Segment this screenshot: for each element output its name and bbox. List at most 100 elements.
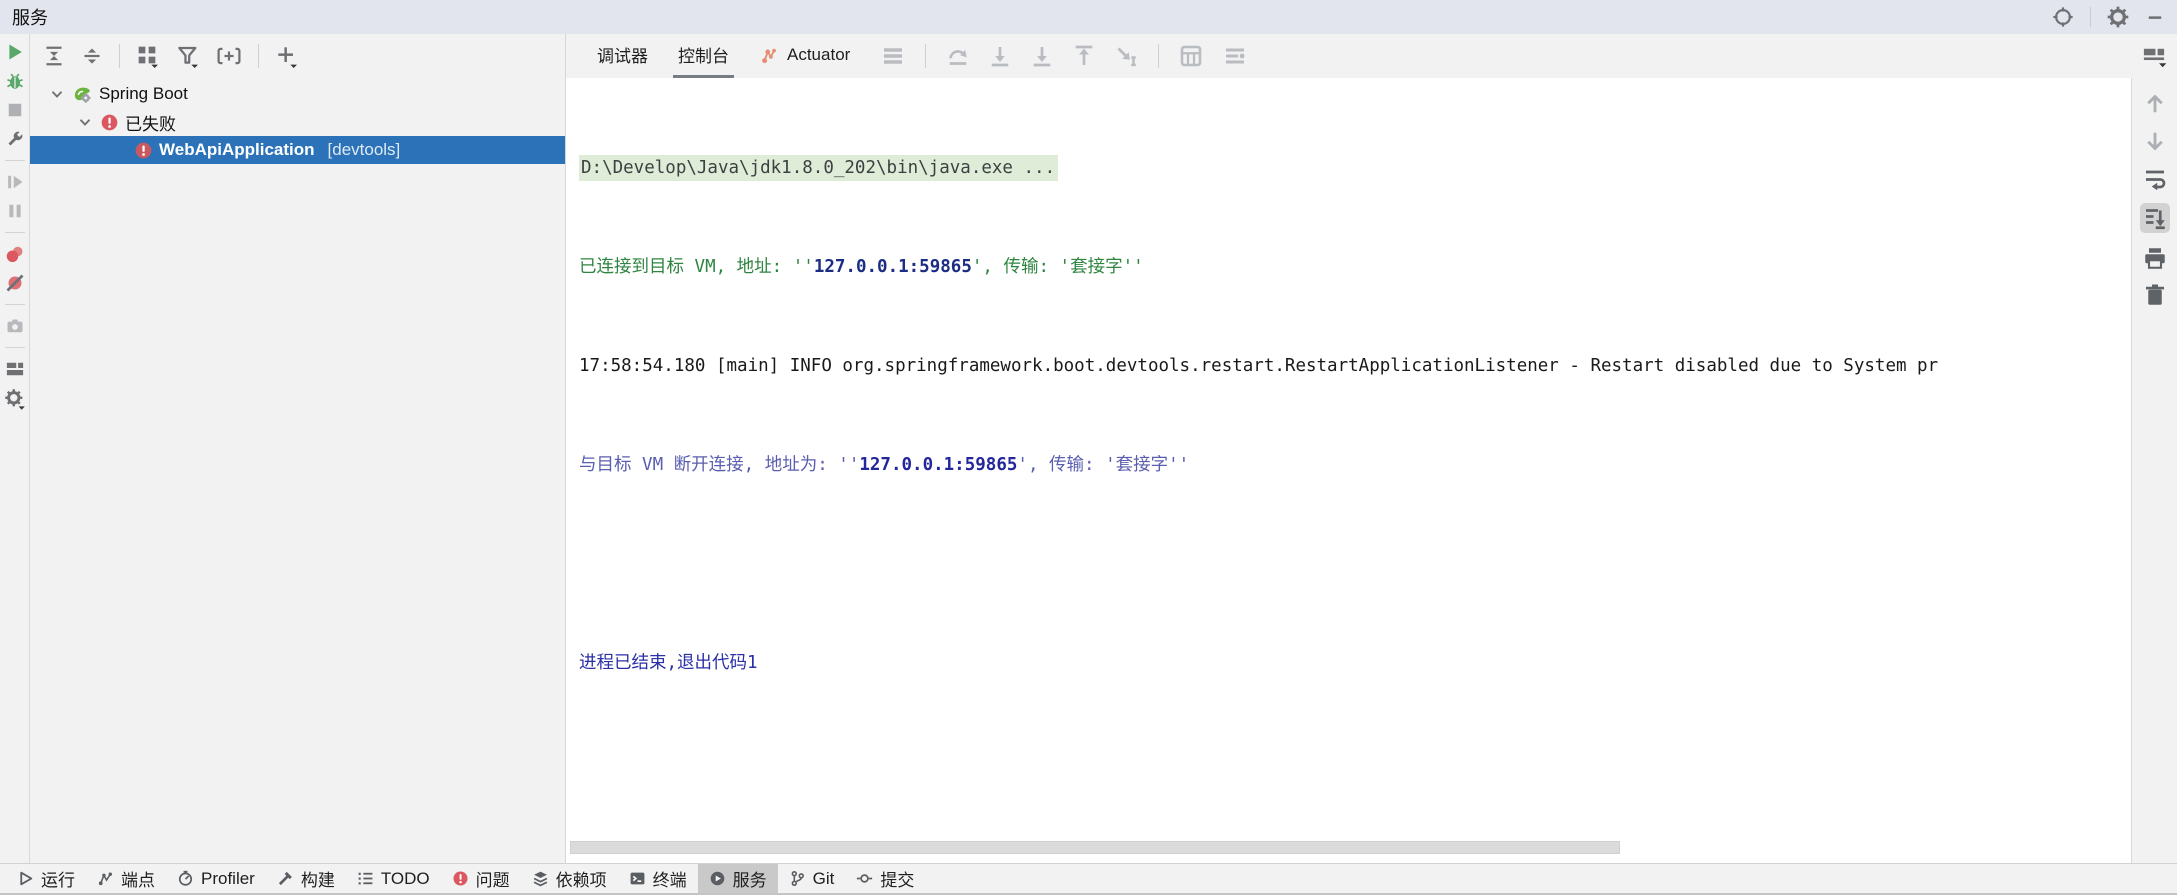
console-line-info: 17:58:54.180 [main] INFO org.springframe…	[579, 350, 2131, 383]
tool-window-bar: 运行 端点 Profiler 构建 TODO 问题 依赖项 终端	[0, 863, 2177, 893]
console-text: ', 传输: '套接字''	[1017, 455, 1189, 475]
step-buttons	[946, 44, 1138, 68]
add-icon[interactable]	[275, 44, 299, 68]
toolwindow-label: 提交	[880, 866, 914, 891]
services-tool-window: 服务	[0, 0, 2177, 895]
tab-label: 调试器	[597, 42, 648, 67]
console-toolbar: 调试器 控制台 Actuator	[566, 34, 2177, 78]
screenshot-icon[interactable]	[5, 316, 25, 336]
add-service-frame-icon[interactable]	[216, 45, 242, 67]
toolwindow-services[interactable]: 服务	[698, 864, 778, 893]
layout-settings-icon[interactable]	[1223, 44, 1247, 68]
toolwindow-terminal[interactable]: 终端	[618, 864, 698, 893]
folded-command-text[interactable]: D:\Develop\Java\jdk1.8.0_202\bin\java.ex…	[579, 155, 1058, 181]
git-branch-icon	[789, 870, 806, 887]
toolwindow-endpoints[interactable]: 端点	[86, 864, 166, 893]
scroll-to-end-icon[interactable]	[2140, 203, 2170, 233]
error-icon	[100, 113, 119, 132]
console-text: 17:58:54.180 [main] INFO org.springframe…	[579, 356, 1938, 376]
toolwindow-label: 端点	[121, 866, 155, 891]
horizontal-scrollbar[interactable]	[570, 841, 1620, 854]
tree-row-webapiapplication[interactable]: WebApiApplication [devtools]	[30, 136, 565, 164]
toolwindow-build[interactable]: 构建	[266, 864, 346, 893]
toolwindow-label: 依赖项	[556, 866, 607, 891]
toolwindow-profiler[interactable]: Profiler	[166, 864, 266, 893]
tree-row-failed[interactable]: 已失败	[30, 108, 565, 136]
commit-icon	[856, 870, 873, 887]
console-panel: 调试器 控制台 Actuator	[565, 34, 2177, 863]
toolbar-divider	[5, 232, 25, 233]
print-icon[interactable]	[2143, 246, 2167, 270]
tree-toolbar	[30, 34, 565, 78]
strip-settings-icon[interactable]	[4, 388, 26, 410]
hide-icon[interactable]	[2145, 7, 2165, 27]
chevron-down-icon[interactable]	[48, 85, 66, 103]
layout-menu-icon[interactable]	[881, 44, 905, 68]
console-output: D:\Develop\Java\jdk1.8.0_202\bin\java.ex…	[566, 78, 2131, 863]
pause-button[interactable]	[5, 201, 25, 221]
debug-button[interactable]	[5, 71, 25, 91]
run-button[interactable]	[5, 42, 25, 62]
tool-window-header: 服务	[0, 0, 2177, 34]
filter-icon[interactable]	[176, 44, 200, 68]
header-actions	[2052, 6, 2165, 28]
step-out-icon[interactable]	[1072, 44, 1096, 68]
settings-gear-icon[interactable]	[2107, 6, 2129, 28]
toolwindow-dependencies[interactable]: 依赖项	[521, 864, 618, 893]
console-text: 进程已结束,退出代码1	[579, 653, 758, 673]
toolwindow-label: TODO	[381, 869, 430, 889]
page-title: 服务	[12, 4, 48, 30]
endpoints-icon	[97, 870, 114, 887]
tab-debugger[interactable]: 调试器	[592, 34, 653, 78]
toolwindow-run[interactable]: 运行	[6, 864, 86, 893]
toolwindow-git[interactable]: Git	[778, 864, 846, 893]
toolwindow-commit[interactable]: 提交	[845, 864, 925, 893]
chevron-down-icon[interactable]	[76, 113, 94, 131]
actuator-icon	[759, 45, 779, 65]
soft-wrap-icon[interactable]	[2143, 166, 2167, 190]
group-by-icon[interactable]	[136, 44, 160, 68]
force-step-into-icon[interactable]	[1030, 44, 1054, 68]
expand-all-icon[interactable]	[43, 45, 65, 67]
terminal-icon	[629, 870, 646, 887]
prev-occurrence-icon[interactable]	[2143, 92, 2167, 116]
mute-breakpoints-icon[interactable]	[5, 273, 25, 293]
console-ip: 127.0.0.1:59865	[814, 257, 972, 277]
locate-icon[interactable]	[2052, 6, 2074, 28]
services-icon	[709, 870, 726, 887]
toolbar-divider	[5, 304, 25, 305]
stop-button[interactable]	[5, 100, 25, 120]
run-to-cursor-icon[interactable]	[1114, 44, 1138, 68]
step-over-icon[interactable]	[946, 44, 970, 68]
toolwindow-label: 服务	[733, 866, 767, 891]
step-into-icon[interactable]	[988, 44, 1012, 68]
dependencies-icon	[532, 870, 549, 887]
toolwindow-label: 运行	[41, 866, 75, 891]
tab-label: Actuator	[787, 45, 850, 65]
tree-item-suffix: [devtools]	[328, 140, 401, 160]
console-line-exit: 进程已结束,退出代码1	[579, 647, 2131, 680]
clear-all-icon[interactable]	[2143, 283, 2167, 307]
tab-label: 控制台	[678, 42, 729, 67]
tab-actuator[interactable]: Actuator	[754, 34, 855, 78]
toolwindow-todo[interactable]: TODO	[346, 864, 441, 893]
tree-item-label: WebApiApplication	[159, 140, 315, 160]
tab-console[interactable]: 控制台	[673, 34, 734, 78]
toolwindow-label: 构建	[301, 866, 335, 891]
resume-button[interactable]	[5, 172, 25, 192]
toolbar-divider	[925, 44, 926, 68]
toolwindow-problems[interactable]: 问题	[441, 864, 521, 893]
spring-boot-icon	[72, 84, 93, 105]
edit-configuration-icon[interactable]	[5, 129, 25, 149]
toolwindow-label: 问题	[476, 866, 510, 891]
toolbar-divider	[258, 44, 259, 68]
toolbar-divider	[1158, 44, 1159, 68]
toolbar-divider	[5, 160, 25, 161]
collapse-all-icon[interactable]	[81, 45, 103, 67]
tree-row-spring-boot[interactable]: Spring Boot	[30, 80, 565, 108]
restore-layout-icon[interactable]	[2141, 43, 2167, 69]
layout-icon[interactable]	[5, 359, 25, 379]
evaluate-expression-icon[interactable]	[1179, 44, 1203, 68]
thread-dump-icon[interactable]	[5, 244, 25, 264]
next-occurrence-icon[interactable]	[2143, 129, 2167, 153]
